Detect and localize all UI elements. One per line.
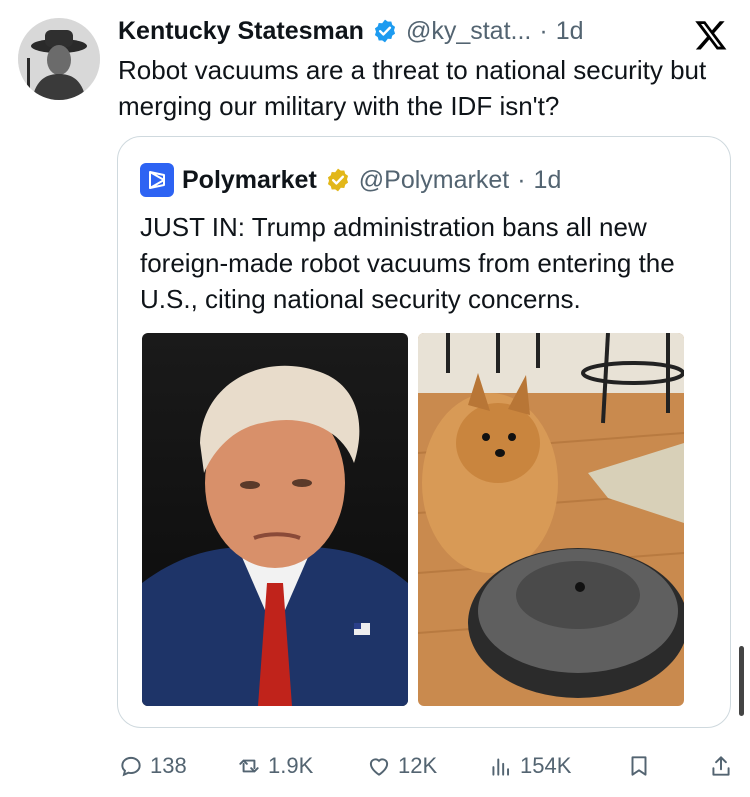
like-icon <box>366 753 392 779</box>
reply-count: 138 <box>150 753 187 778</box>
quote-author-name[interactable]: Polymarket <box>182 166 317 195</box>
tweet-header: Kentucky Statesman @ky_stat... · 1d <box>118 14 730 48</box>
reply-icon <box>118 753 144 779</box>
author-handle[interactable]: @ky_stat... <box>406 17 531 46</box>
polymarket-logo-icon[interactable] <box>140 163 174 197</box>
views-button[interactable]: 154K <box>488 748 571 784</box>
quote-header: Polymarket @Polymarket · 1d <box>140 163 561 197</box>
quote-separator-dot: · <box>517 165 526 194</box>
scrollbar[interactable] <box>739 646 744 716</box>
tweet-time[interactable]: 1d <box>556 17 584 46</box>
x-logo-icon <box>694 18 728 52</box>
views-count: 154K <box>520 753 572 778</box>
portrait-image[interactable] <box>142 333 408 706</box>
reply-button[interactable]: 138 <box>118 748 187 784</box>
bookmark-button[interactable] <box>626 748 652 784</box>
quote-author-handle[interactable]: @Polymarket <box>359 166 509 195</box>
tweet-text: Robot vacuums are a threat to national s… <box>118 55 707 121</box>
repost-count: 1.9K <box>268 753 314 778</box>
repost-button[interactable]: 1.9K <box>236 748 313 784</box>
views-icon <box>488 753 514 779</box>
gold-verified-badge-icon <box>325 167 351 193</box>
like-count: 12K <box>398 753 438 778</box>
action-bar: 138 1.9K 12K 154K <box>118 748 738 784</box>
quoted-tweet[interactable]: Polymarket @Polymarket · 1d JUST IN: Tru… <box>117 136 731 728</box>
verified-badge-icon <box>372 18 398 44</box>
separator-dot: · <box>539 16 548 45</box>
share-icon <box>708 753 734 779</box>
share-button[interactable] <box>708 748 734 784</box>
like-button[interactable]: 12K <box>366 748 437 784</box>
quote-time[interactable]: 1d <box>534 166 562 195</box>
dog-robot-vacuum-image[interactable] <box>418 333 684 706</box>
author-name[interactable]: Kentucky Statesman <box>118 17 364 46</box>
author-avatar[interactable] <box>18 18 100 100</box>
repost-icon <box>236 753 262 779</box>
bookmark-icon <box>626 753 652 779</box>
quote-text: JUST IN: Trump administration bans all n… <box>140 212 675 314</box>
